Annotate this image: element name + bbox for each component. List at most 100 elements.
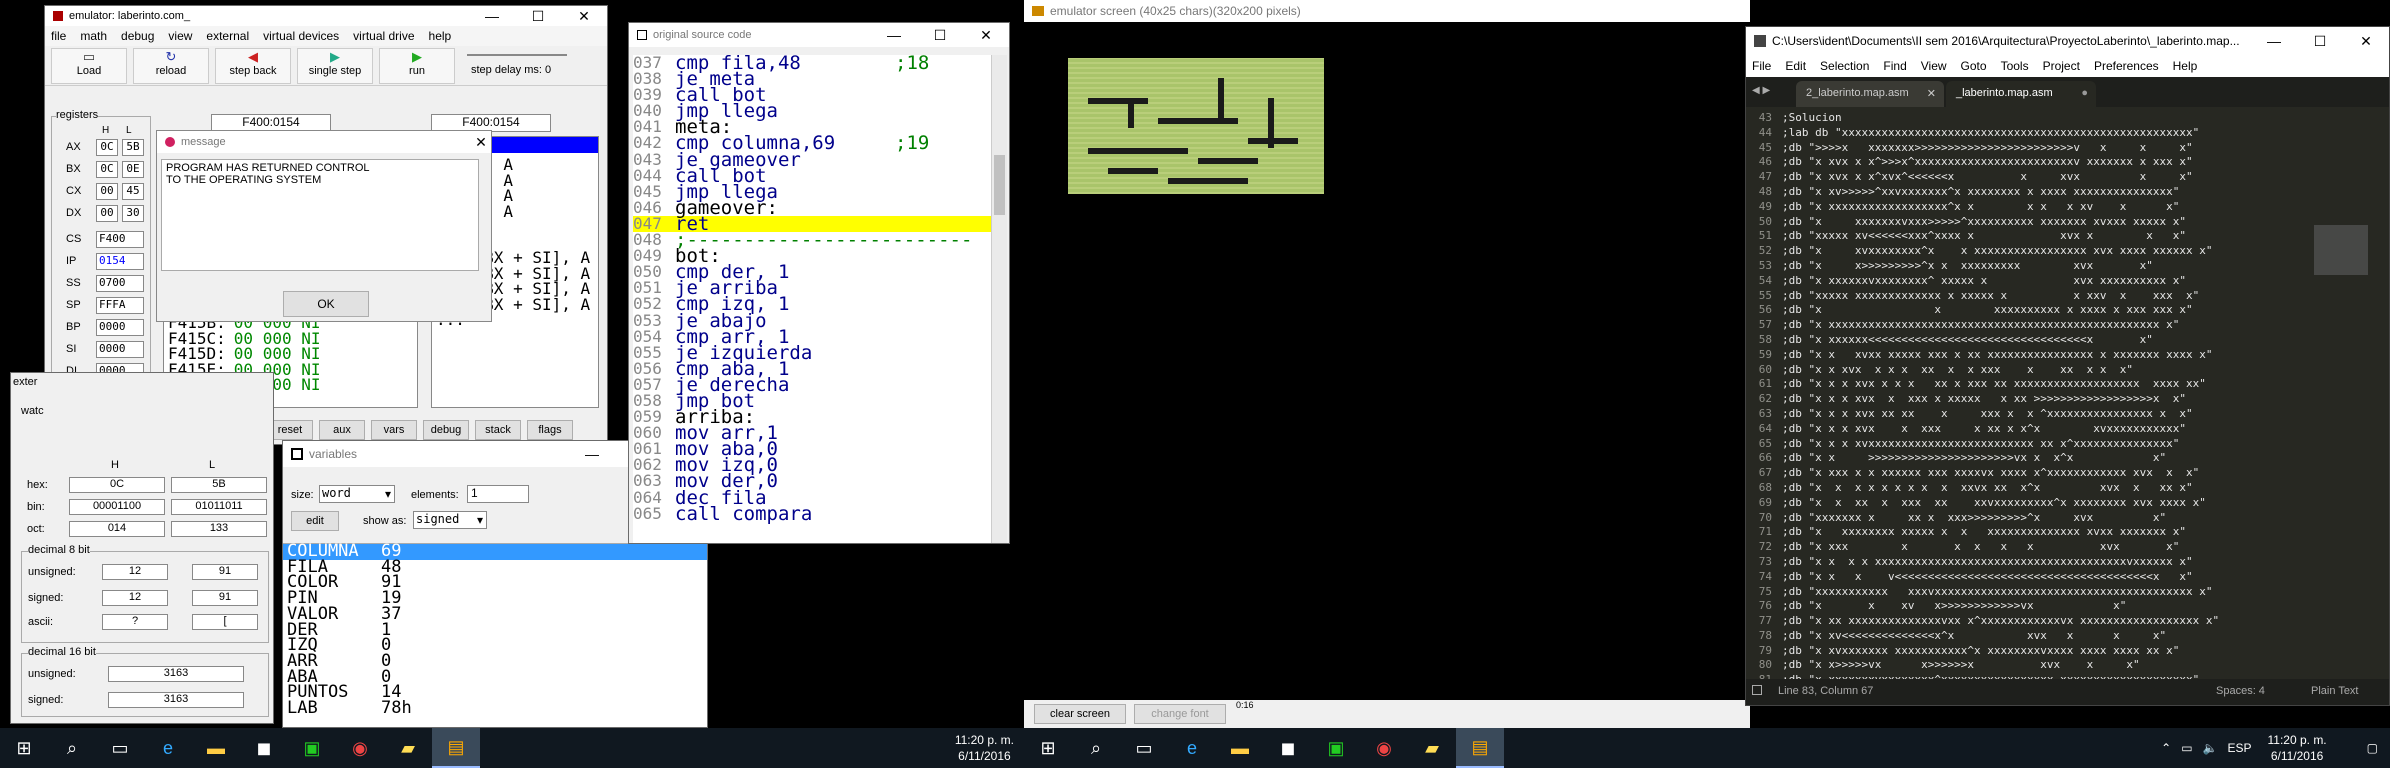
debug-button[interactable]: debug: [423, 420, 469, 440]
ascii-h[interactable]: ?: [102, 614, 168, 630]
bin-h-field[interactable]: 00001100: [69, 499, 165, 515]
taskbar-clock[interactable]: 11:20 p. m. 6/11/2016: [2268, 732, 2327, 764]
terminal-icon[interactable]: ▣: [1312, 728, 1360, 768]
variable-row[interactable]: COLUMNA 69: [283, 543, 707, 560]
menu-item-edit[interactable]: Edit: [1785, 59, 1806, 73]
flags-button[interactable]: flags: [527, 420, 573, 440]
emulator-task-icon[interactable]: ▤: [1456, 728, 1504, 768]
editor-line[interactable]: 63 ;db "x x x xvx xx xx x xxx x x ^xxxxxx…: [1746, 407, 2291, 422]
oct-h-field[interactable]: 014: [69, 521, 165, 537]
editor-line[interactable]: 50 ;db "x xxxxxxxvxxx>>>>>^xxxxxxxxxx xxx…: [1746, 215, 2291, 230]
notification-icon[interactable]: ▢: [2367, 741, 2378, 755]
taskbar-clock[interactable]: 11:20 p. m. 6/11/2016: [955, 732, 1014, 764]
minimize-button[interactable]: —: [469, 8, 515, 24]
source-scrollbar[interactable]: [991, 55, 1007, 543]
ok-button[interactable]: OK: [283, 291, 369, 317]
menu-item-selection[interactable]: Selection: [1820, 59, 1869, 73]
variable-row[interactable]: PIN 19: [283, 590, 707, 607]
search-icon[interactable]: ⌕: [1072, 728, 1120, 768]
chrome-icon[interactable]: ◉: [336, 728, 384, 768]
editor-line[interactable]: 80 ;db "x x>>>>>vx x>>>>>>x xvx x x": [1746, 658, 2291, 673]
editor-line[interactable]: 43 ;Solucion: [1746, 111, 2291, 126]
editor-line[interactable]: 62 ;db "x x x xvx x xxx x xxxxx x xx >>>>…: [1746, 392, 2291, 407]
hex-h-field[interactable]: 0C: [69, 477, 165, 493]
editor-line[interactable]: 66 ;db "x x >>>>>>>>>>>>>>>>>>>>>>vx x x^…: [1746, 451, 2291, 466]
message-close-button[interactable]: ✕: [471, 134, 491, 151]
signed-8-l[interactable]: 91: [192, 590, 258, 606]
editor-line[interactable]: 78 ;db "x xv<<<<<<<<<<<<<<x^x xvx x x x": [1746, 629, 2291, 644]
variables-list[interactable]: COLUMNA 69 FILA 48 COLOR 91 PIN 19 VALOR 37 DER 1 IZ…: [283, 543, 707, 727]
register-low[interactable]: 30: [122, 205, 144, 222]
editor-line[interactable]: 60 ;db "x x xvx x x x xx x x xxx x xx x x…: [1746, 363, 2291, 378]
menu-item-virtual-devices[interactable]: virtual devices: [263, 29, 339, 43]
unsigned-8-h[interactable]: 12: [102, 564, 168, 580]
task-view-icon[interactable]: ▭: [96, 728, 144, 768]
variables-minimize-button[interactable]: —: [569, 446, 615, 462]
status-syntax[interactable]: Plain Text: [2311, 685, 2359, 697]
editor-line[interactable]: 54 ;db "x xxxxxxvxxxxxxxx^ xxxxx x xvx xx…: [1746, 274, 2291, 289]
single-step-button[interactable]: ▶ single step: [297, 47, 373, 84]
editor-line[interactable]: 48 ;db "x xv>>>>>^xxvxxxxxxx^x xxxxxxxx x…: [1746, 185, 2291, 200]
editor-line[interactable]: 72 ;db "x xxx x x x x x xvx x": [1746, 540, 2291, 555]
editor-line[interactable]: 53 ;db "x x>>>>>>>>>^x x xxxxxxxxx xvx x": [1746, 259, 2291, 274]
sublime-maximize-button[interactable]: ☐: [2297, 33, 2343, 50]
editor-line[interactable]: 47 ;db "x xvx x x^xvx^<<<<<<x x xvx x x": [1746, 170, 2291, 185]
menu-item-preferences[interactable]: Preferences: [2094, 59, 2159, 73]
editor-line[interactable]: 51 ;db "xxxxx xv<<<<<<xxx^xxxx x xvx x x …: [1746, 229, 2291, 244]
oct-l-field[interactable]: 133: [171, 521, 267, 537]
status-spaces[interactable]: Spaces: 4: [2216, 685, 2265, 697]
minimap[interactable]: [2296, 111, 2376, 679]
variable-row[interactable]: LAB 78h: [283, 700, 707, 717]
menu-item-help[interactable]: help: [429, 29, 452, 43]
menu-item-help[interactable]: Help: [2173, 59, 2198, 73]
register-low[interactable]: 45: [122, 183, 144, 200]
editor-line[interactable]: 57 ;db "x xxxxxxxxxxxxxxxxxxxxxxxxxxxxxxx…: [1746, 318, 2291, 333]
editor-line[interactable]: 76 ;db "x x xv x>>>>>>>>>>>>vx x": [1746, 599, 2291, 614]
edit-button[interactable]: edit: [291, 511, 339, 531]
bin-l-field[interactable]: 01011011: [171, 499, 267, 515]
editor-line[interactable]: 45 ;db ">>>>x xxxxxxx>>>>>>>>>>>>>>>>>>>>…: [1746, 141, 2291, 156]
aux-button[interactable]: aux: [319, 420, 365, 440]
variable-row[interactable]: FILA 48: [283, 558, 707, 576]
editor-line[interactable]: 74 ;db "x x x v<<<<<<<<<<<<<<<<<<<<<<<<<<…: [1746, 570, 2291, 585]
editor-line[interactable]: 61 ;db "x x x xvx x x x xx x xxx xx xxxxx…: [1746, 377, 2291, 392]
maximize-button[interactable]: ☐: [515, 8, 561, 25]
editor-line[interactable]: 44 ;lab db "xxxxxxxxxxxxxxxxxxxxxxxxxxxxx…: [1746, 126, 2291, 141]
editor-line[interactable]: 65 ;db "x x x xvxxxxxxxxxxxxxxxxxxxxxxxxx…: [1746, 437, 2291, 452]
segment-register-value[interactable]: 0000: [96, 341, 144, 358]
register-high[interactable]: 0C: [96, 139, 118, 156]
tab-file-2[interactable]: _laberinto.map.asm ●: [1946, 81, 2096, 107]
menu-item-view[interactable]: view: [168, 29, 192, 43]
run-button[interactable]: ▶ run: [379, 47, 455, 84]
language-indicator[interactable]: ESP: [2227, 741, 2251, 755]
register-low[interactable]: 5B: [122, 139, 144, 156]
editor-line[interactable]: 46 ;db "x xvx x x^>>>x^xxxxxxxxxxxxxxxxxx…: [1746, 155, 2291, 170]
elements-input[interactable]: 1: [467, 485, 529, 503]
segment-register-value[interactable]: F400: [96, 231, 144, 248]
editor-line[interactable]: 67 ;db "x xxx x x xxxxxx xxx xxxxvx xxxx …: [1746, 466, 2291, 481]
menu-item-find[interactable]: Find: [1883, 59, 1906, 73]
editor-line[interactable]: 77 ;db "x xx xxxxxxxxxxxxxxvxx x^xxxxxxxx…: [1746, 614, 2291, 629]
hex-l-field[interactable]: 5B: [171, 477, 267, 493]
editor-line[interactable]: 58 ;db "x xxxxxx<<<<<<<<<<<<<<<<<<<<<<<<<…: [1746, 333, 2291, 348]
size-select[interactable]: word ▾: [319, 485, 395, 503]
menu-item-virtual-drive[interactable]: virtual drive: [353, 29, 414, 43]
variable-row[interactable]: IZQ 0: [283, 637, 707, 654]
variable-row[interactable]: VALOR 37: [283, 605, 707, 623]
sublime-close-button[interactable]: ✕: [2343, 33, 2389, 50]
menu-item-project[interactable]: Project: [2043, 59, 2080, 73]
editor-line[interactable]: 75 ;db "xxxxxxxxxxx xxxvxxxxxxxxxxxxxxxxx…: [1746, 585, 2291, 600]
menu-item-debug[interactable]: debug: [121, 29, 154, 43]
menu-item-external[interactable]: external: [206, 29, 249, 43]
step-back-button[interactable]: ◀ step back: [215, 47, 291, 84]
variable-row[interactable]: PUNTOS 14: [283, 684, 707, 701]
source-line[interactable]: 065 call compara: [633, 504, 991, 523]
editor-line[interactable]: 55 ;db "xxxxx xxxxxxxxxxxxx x xxxxx x x x…: [1746, 289, 2291, 304]
emulator-task-icon[interactable]: ▤: [432, 728, 480, 768]
network-icon[interactable]: ▭: [2181, 741, 2192, 755]
menu-item-file[interactable]: file: [51, 29, 66, 43]
source-maximize-button[interactable]: ☐: [917, 27, 963, 44]
register-low[interactable]: 0E: [122, 161, 144, 178]
menu-item-math[interactable]: math: [80, 29, 107, 43]
unsigned-8-l[interactable]: 91: [192, 564, 258, 580]
